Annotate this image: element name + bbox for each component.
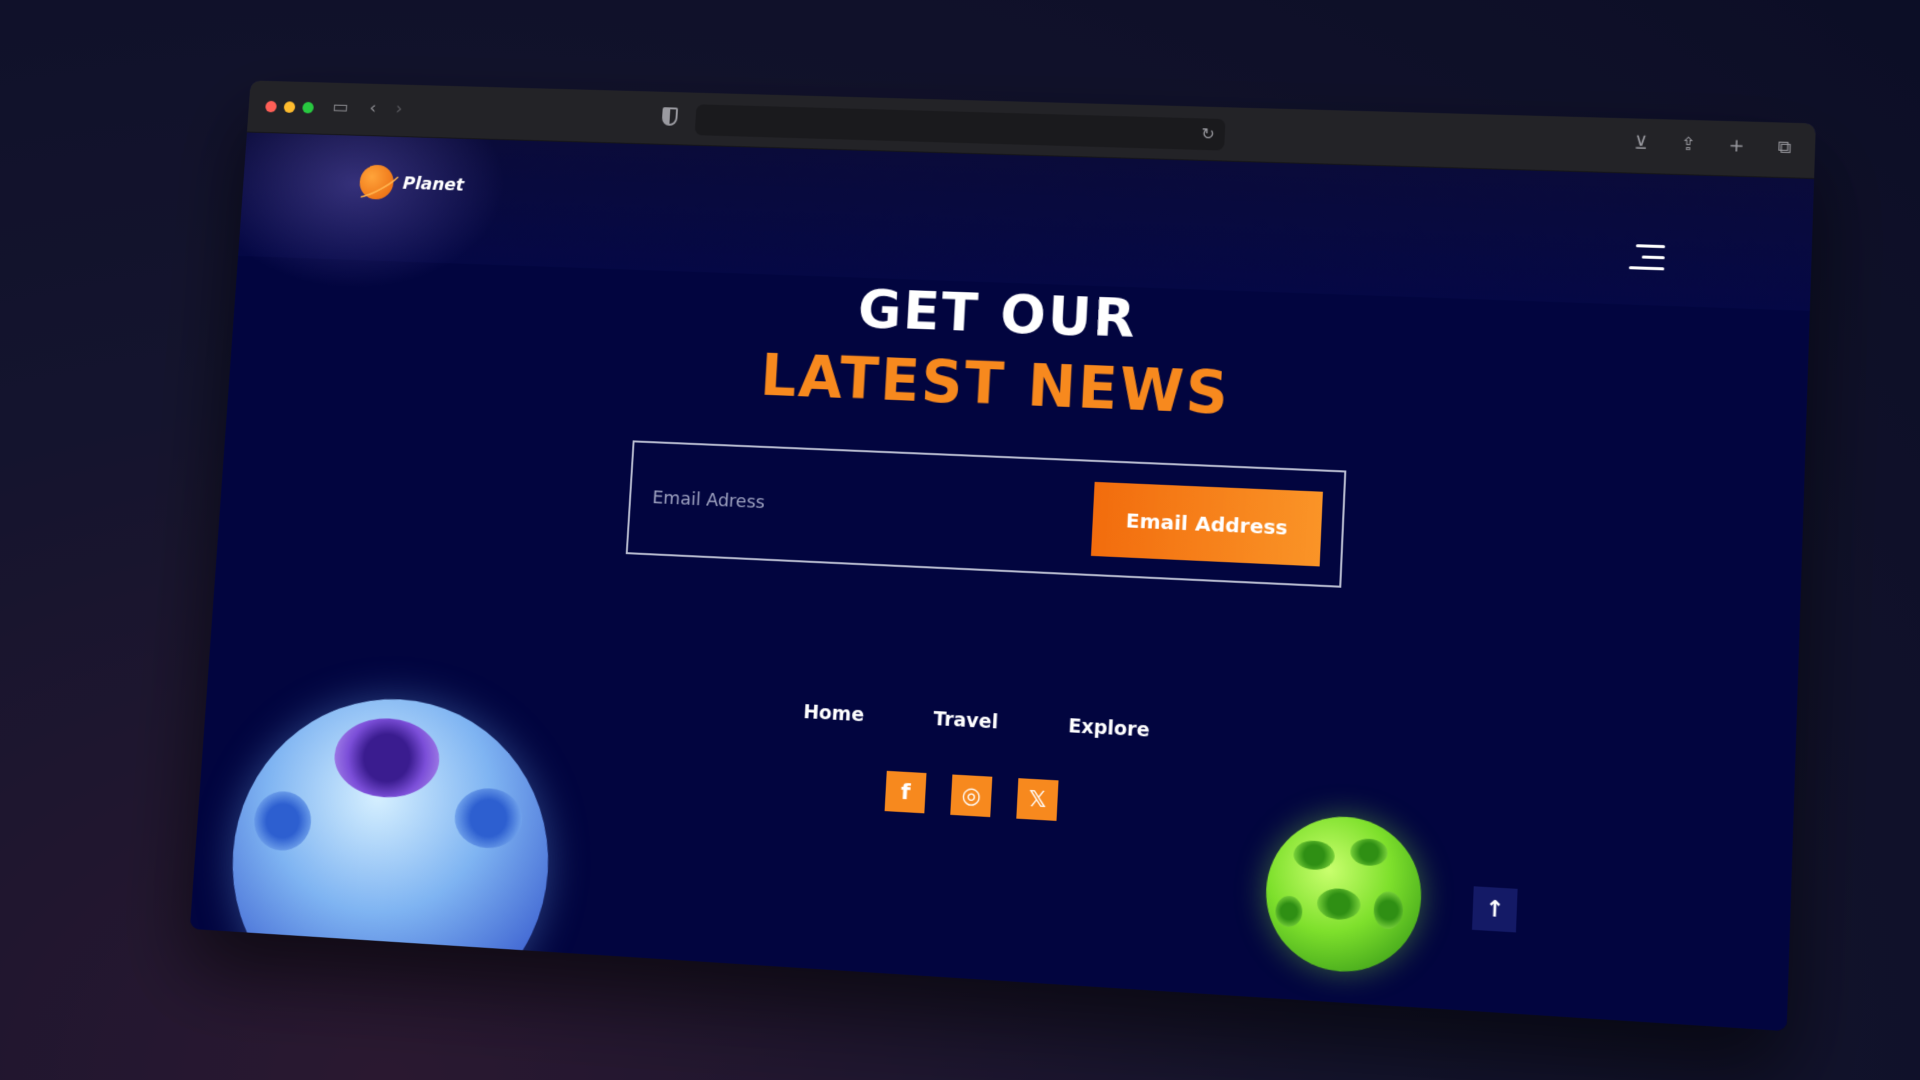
- footer-link-home[interactable]: Home: [803, 701, 865, 726]
- facebook-icon[interactable]: f: [884, 770, 927, 814]
- footer-link-explore[interactable]: Explore: [1068, 715, 1150, 742]
- hamburger-icon[interactable]: [1628, 244, 1666, 278]
- maximize-window-button[interactable]: [302, 101, 315, 114]
- planet-logo-icon: [358, 164, 395, 200]
- toolbar-actions: ⊻ ⇪ + ⧉: [1629, 132, 1797, 159]
- address-bar[interactable]: ↻: [694, 104, 1226, 151]
- reload-icon[interactable]: ↻: [1201, 124, 1215, 143]
- back-to-top-button[interactable]: ↑: [1472, 886, 1518, 933]
- download-icon[interactable]: ⊻: [1629, 132, 1653, 154]
- share-icon[interactable]: ⇪: [1677, 134, 1701, 156]
- site-logo[interactable]: Planet: [358, 164, 466, 202]
- browser-window: ▭ ‹ › ↻ ⊻ ⇪ + ⧉ Planet GET OUR LATEST NE…: [189, 80, 1816, 1032]
- subscribe-form: Email Address: [625, 440, 1347, 588]
- x-icon[interactable]: 𝕏: [1016, 778, 1059, 821]
- subscribe-button[interactable]: Email Address: [1090, 481, 1323, 567]
- email-input[interactable]: [649, 476, 1029, 535]
- footer-link-travel[interactable]: Travel: [933, 708, 999, 734]
- forward-icon[interactable]: ›: [395, 99, 403, 119]
- instagram-icon[interactable]: ◎: [950, 774, 993, 818]
- minimize-window-button[interactable]: [283, 101, 296, 113]
- new-tab-icon[interactable]: +: [1725, 135, 1749, 157]
- privacy-shield-icon[interactable]: [661, 107, 679, 126]
- brand-name: Planet: [402, 172, 465, 195]
- tab-overview-icon[interactable]: ⧉: [1773, 136, 1797, 159]
- sidebar-toggle-icon[interactable]: ▭: [332, 97, 349, 117]
- close-window-button[interactable]: [265, 100, 277, 113]
- web-page: Planet GET OUR LATEST NEWS Email Address…: [189, 132, 1815, 1032]
- back-icon[interactable]: ‹: [369, 98, 377, 118]
